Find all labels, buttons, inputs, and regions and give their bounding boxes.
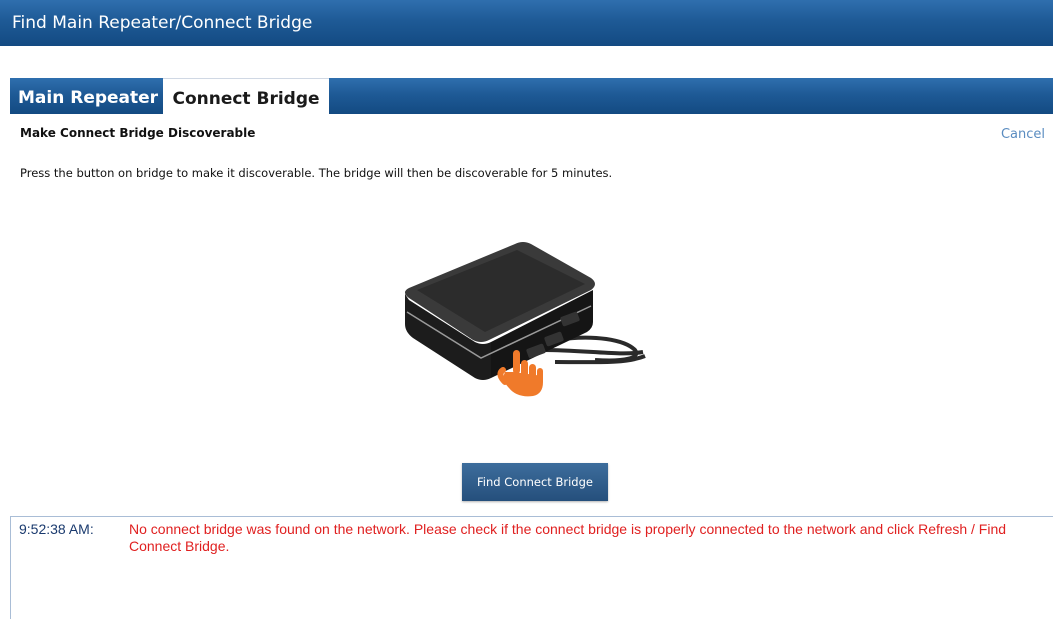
- window-title-bar: Find Main Repeater/Connect Bridge: [0, 0, 1053, 46]
- find-connect-bridge-button[interactable]: Find Connect Bridge: [462, 463, 608, 501]
- instruction-text: Press the button on bridge to make it di…: [20, 166, 613, 180]
- tab-connect-bridge-label: Connect Bridge: [172, 89, 320, 109]
- tab-main-repeater-label: Main Repeater: [18, 88, 159, 108]
- log-timestamp: 9:52:38 AM:: [19, 521, 94, 537]
- bridge-device-icon: [405, 242, 595, 380]
- log-error-message: No connect bridge was found on the netwo…: [129, 521, 1007, 554]
- tab-connect-bridge[interactable]: Connect Bridge: [163, 78, 329, 114]
- window-title: Find Main Repeater/Connect Bridge: [12, 13, 313, 33]
- bridge-device-illustration: [395, 232, 665, 412]
- tab-main-repeater[interactable]: Main Repeater: [10, 78, 160, 114]
- section-heading: Make Connect Bridge Discoverable: [20, 126, 256, 140]
- find-repeater-window: Find Main Repeater/Connect Bridge Main R…: [0, 0, 1053, 619]
- log-panel: 9:52:38 AM: No connect bridge was found …: [10, 516, 1053, 619]
- tab-strip: Main Repeater Connect Bridge: [10, 78, 1053, 114]
- cancel-link[interactable]: Cancel: [1001, 127, 1045, 142]
